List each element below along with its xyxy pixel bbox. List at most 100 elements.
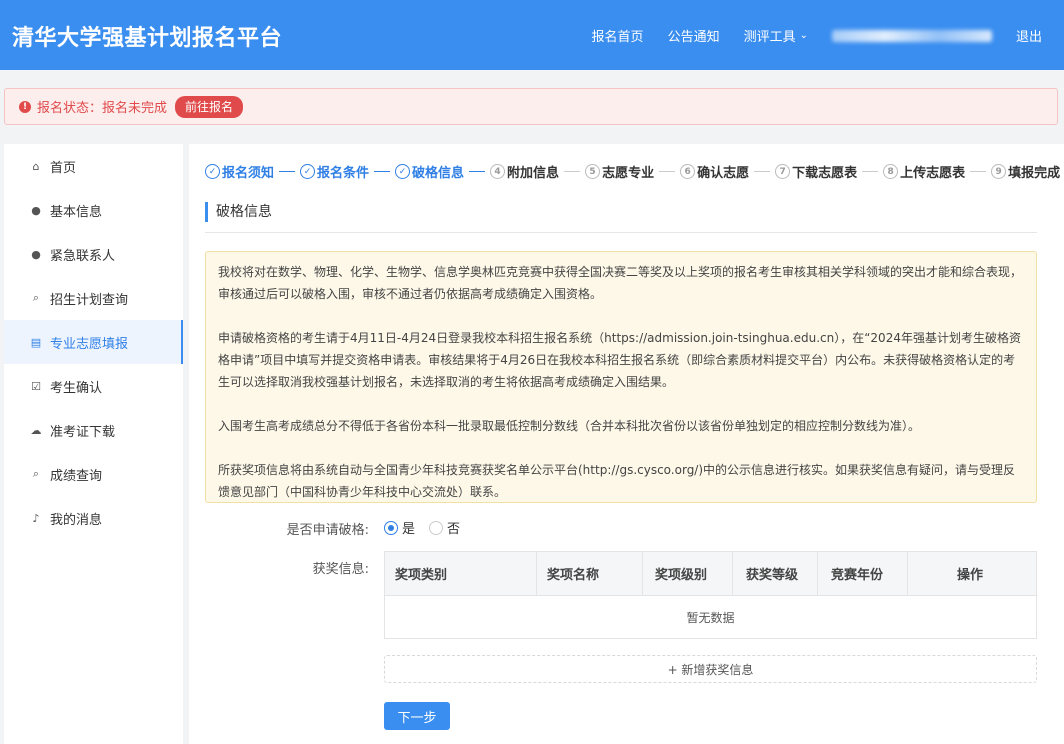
step-label: 报名须知 <box>222 166 275 181</box>
sidebar-item-label: 紧急联系人 <box>50 248 116 264</box>
column-header: 奖项名称 <box>537 552 643 595</box>
check-circle-icon: ✓ <box>300 164 316 179</box>
check-square-icon: ☑ <box>31 379 41 393</box>
brand-title: 清华大学强基计划报名平台 <box>12 26 283 51</box>
column-header: 操作 <box>957 568 984 583</box>
step-6: 6 确认志愿 <box>680 162 749 181</box>
apply-exception-radio-group: 是 否 <box>384 518 474 537</box>
table-header: 奖项类别 奖项名称 奖项级别 获奖等级 竞赛年份 操作 <box>385 552 1036 596</box>
step-label: 下载志愿表 <box>792 166 858 181</box>
sidebar-item-label: 考生确认 <box>50 380 103 396</box>
home-icon: ⌂ <box>32 159 40 173</box>
step-separator <box>754 171 771 172</box>
step-label: 附加信息 <box>507 166 560 181</box>
step-label: 确认志愿 <box>697 166 750 181</box>
step-8: 8 上传志愿表 <box>883 162 965 181</box>
step-separator <box>659 171 676 172</box>
radio-unchecked-icon <box>429 520 444 535</box>
sidebar-item-label: 成绩查询 <box>50 468 103 484</box>
radio-no-label: 否 <box>447 522 461 537</box>
award-table: 奖项类别 奖项名称 奖项级别 获奖等级 竞赛年份 操作 暂无数据 <box>384 551 1037 639</box>
step-label: 报名条件 <box>317 166 370 181</box>
nav-tools-label: 测评工具 <box>743 30 796 45</box>
sidebar-item-label: 准考证下载 <box>50 424 116 440</box>
chevron-down-icon: ⌄ <box>799 30 808 41</box>
apply-exception-label: 是否申请破格: <box>286 523 369 538</box>
step-number: 7 <box>775 164 791 179</box>
user-name-blurred[interactable] <box>831 29 992 42</box>
step-number: 4 <box>490 164 506 179</box>
step-number: 8 <box>883 164 899 179</box>
step-label: 破格信息 <box>412 166 465 181</box>
radio-checked-icon <box>384 520 398 535</box>
radio-no[interactable]: 否 <box>429 518 460 537</box>
step-number: 5 <box>585 164 601 179</box>
step-separator <box>374 171 391 172</box>
step-number: 6 <box>680 164 696 179</box>
column-header: 奖项类别 <box>385 552 537 595</box>
column-header: 竞赛年份 <box>818 552 908 595</box>
step-4: 4 附加信息 <box>490 162 559 181</box>
status-text: 报名状态：报名未完成 <box>37 101 168 116</box>
radio-yes-label: 是 <box>402 522 416 537</box>
notice-paragraph: 所获奖项信息将由系统自动与全国青少年科技竞赛获奖名单公示平台(http://gs… <box>218 463 1016 499</box>
sidebar-item-messages[interactable]: ♪ 我的消息 <box>4 496 183 540</box>
cloud-download-icon: ☁ <box>30 423 42 437</box>
column-header: 获奖等级 <box>733 552 818 595</box>
search-icon: ⌕ <box>32 467 40 480</box>
sidebar-item-home[interactable]: ⌂ 首页 <box>4 144 183 188</box>
notice-paragraph: 我校将对在数学、物理、化学、生物学、信息学奥林匹克竞赛中获得全国决赛二等奖及以上… <box>218 265 1023 301</box>
step-5: 5 志愿专业 <box>585 162 654 181</box>
document-icon: ▤ <box>30 335 42 349</box>
sidebar: ⌂ 首页 ● 基本信息 ● 紧急联系人 ⌕ 招生计划查询 ▤ 专业志愿填报 ☑ … <box>4 144 183 744</box>
step-label: 上传志愿表 <box>900 166 966 181</box>
progress-steps: ✓ 报名须知 ✓ 报名条件 ✓ 破格信息 4 附加信息 5 志愿专业 6 确认志… <box>205 162 1060 181</box>
top-nav: 报名首页 公告通知 测评工具 ⌄ 退出 <box>592 26 1042 45</box>
sidebar-item-label: 招生计划查询 <box>50 292 129 308</box>
search-icon: ⌕ <box>32 291 40 304</box>
step-3: ✓ 破格信息 <box>395 162 464 181</box>
step-1: ✓ 报名须知 <box>205 162 274 181</box>
step-separator <box>970 171 987 172</box>
bell-icon: ♪ <box>32 511 40 525</box>
section-divider <box>205 232 1037 233</box>
sidebar-item-admission-ticket[interactable]: ☁ 准考证下载 <box>4 408 183 452</box>
check-circle-icon: ✓ <box>205 164 220 179</box>
sidebar-item-basic-info[interactable]: ● 基本信息 <box>4 188 183 232</box>
sidebar-item-major-preference[interactable]: ▤ 专业志愿填报 <box>4 320 183 364</box>
nav-home-link[interactable]: 报名首页 <box>592 26 644 45</box>
step-9: 9 填报完成 <box>991 162 1060 181</box>
nav-tools-dropdown[interactable]: 测评工具 ⌄ <box>744 26 808 45</box>
table-empty-message: 暂无数据 <box>686 610 735 625</box>
user-icon: ● <box>31 203 41 217</box>
section-title: 破格信息 <box>205 202 272 222</box>
sidebar-item-confirm[interactable]: ☑ 考生确认 <box>4 364 183 408</box>
column-header: 奖项级别 <box>643 552 733 595</box>
step-label: 填报完成 <box>1008 166 1061 181</box>
alert-icon: ! <box>19 100 31 113</box>
user-icon: ● <box>31 247 41 261</box>
step-separator <box>564 171 581 172</box>
add-award-button[interactable]: + 新增获奖信息 <box>384 655 1037 683</box>
sidebar-item-label: 专业志愿填报 <box>50 336 129 352</box>
notice-paragraph: 入围考生高考成绩总分不得低于各省份本科一批录取最低控制分数线（合并本科批次省份以… <box>218 419 921 433</box>
step-number: 9 <box>991 164 1007 179</box>
check-circle-icon: ✓ <box>395 164 411 179</box>
logout-link[interactable]: 退出 <box>1016 26 1042 45</box>
step-separator <box>469 171 486 172</box>
step-7: 7 下载志愿表 <box>775 162 857 181</box>
sidebar-item-emergency-contact[interactable]: ● 紧急联系人 <box>4 232 183 276</box>
sidebar-item-label: 首页 <box>50 160 77 176</box>
sidebar-item-plan-query[interactable]: ⌕ 招生计划查询 <box>4 276 183 320</box>
step-label: 志愿专业 <box>602 166 655 181</box>
award-info-label: 获奖信息: <box>312 562 369 577</box>
sidebar-item-score-query[interactable]: ⌕ 成绩查询 <box>4 452 183 496</box>
sidebar-item-label: 我的消息 <box>50 512 103 528</box>
step-2: ✓ 报名条件 <box>300 162 369 181</box>
go-register-button[interactable]: 前往报名 <box>175 95 244 118</box>
radio-yes[interactable]: 是 <box>384 518 415 537</box>
nav-notice-link[interactable]: 公告通知 <box>668 26 720 45</box>
next-step-button[interactable]: 下一步 <box>384 702 450 730</box>
sidebar-item-label: 基本信息 <box>50 204 103 220</box>
notice-box: 我校将对在数学、物理、化学、生物学、信息学奥林匹克竞赛中获得全国决赛二等奖及以上… <box>205 251 1037 503</box>
